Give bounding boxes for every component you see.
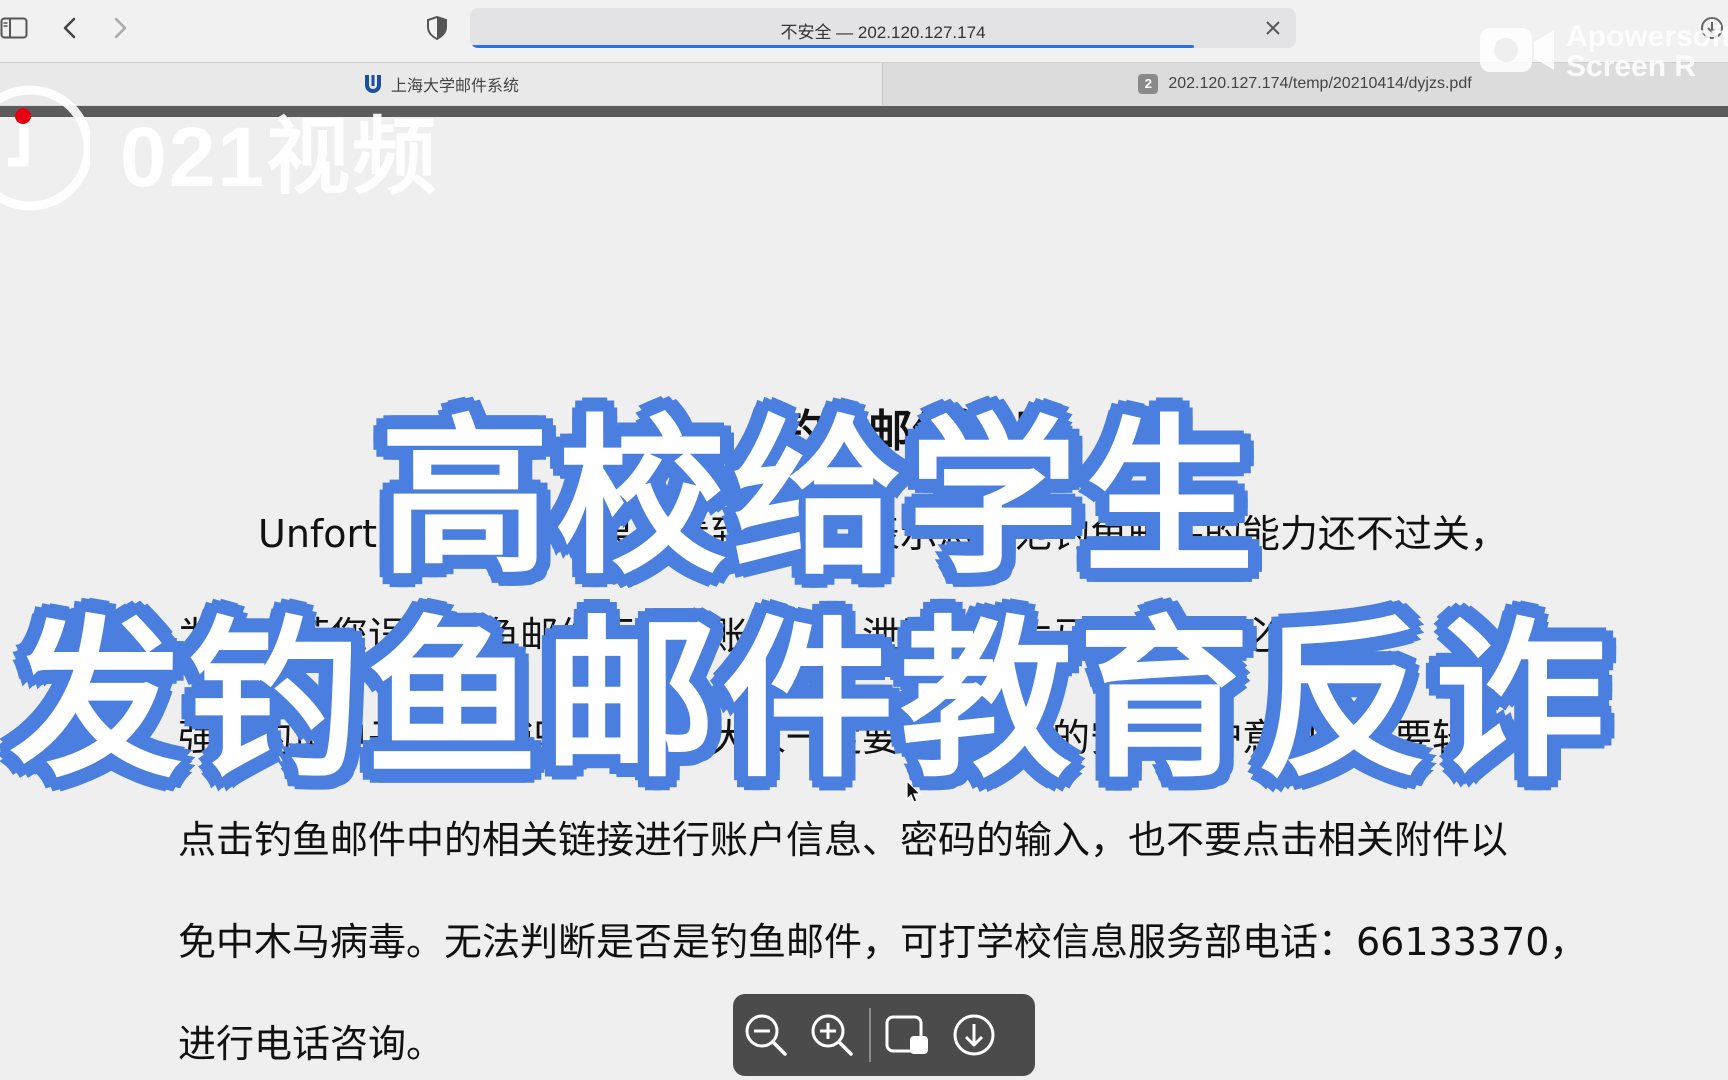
markup-button[interactable]: [875, 994, 941, 1076]
recording-dot: [15, 108, 31, 124]
doc-line-5: 免中木马病毒。无法判断是否是钓鱼邮件，可打学校信息服务部电话：66133370，: [178, 920, 1588, 964]
download-icon: [953, 1014, 995, 1056]
back-icon[interactable]: [56, 14, 84, 42]
page-load-progress: [472, 45, 1194, 48]
channel-watermark: 021视频: [0, 78, 438, 222]
camera-icon: [1478, 22, 1556, 82]
zoom-in-button[interactable]: [799, 994, 865, 1076]
zoom-out-icon: [745, 1014, 787, 1056]
privacy-shield-icon[interactable]: [423, 14, 451, 42]
zoom-in-icon: [811, 1014, 853, 1056]
caption-line-2: 发钓鱼邮件教育反诈: [10, 600, 1612, 801]
doc-line-4: 点击钓鱼邮件中的相关链接进行账户信息、密码的输入，也不要点击相关附件以: [178, 818, 1509, 862]
browser-toolbar: 不安全 — 202.120.127.174: [0, 0, 1728, 62]
toolbar-separator: [869, 1008, 871, 1062]
recorder-text: Apowersoft Screen R: [1566, 22, 1728, 82]
zoom-out-button[interactable]: [733, 994, 799, 1076]
address-text: 不安全 — 202.120.127.174: [780, 23, 986, 42]
download-button[interactable]: [941, 994, 1007, 1076]
recorder-line-1: Apowersoft: [1566, 20, 1728, 53]
markup-icon: [885, 1015, 928, 1054]
sidebar-toggle-icon[interactable]: [0, 14, 28, 42]
channel-name: 021视频: [120, 109, 439, 204]
doc-line-6: 进行电话咨询。: [178, 1022, 445, 1066]
channel-logo-icon: [0, 78, 93, 222]
tab-label: 202.120.127.174/temp/20210414/dyjzs.pdf: [1168, 75, 1472, 92]
pdf-toolbar: [733, 994, 1035, 1076]
forward-icon[interactable]: [106, 14, 134, 42]
recorder-watermark: Apowersoft Screen R: [1478, 22, 1728, 82]
stop-loading-icon[interactable]: [1262, 17, 1284, 39]
recorder-line-2: Screen R: [1566, 50, 1697, 83]
tab-count-badge: 2: [1138, 74, 1159, 94]
address-bar[interactable]: 不安全 — 202.120.127.174: [470, 8, 1296, 48]
screen: 不安全 — 202.120.127.174 上海大学邮件系统 2 202.120…: [0, 0, 1728, 1080]
